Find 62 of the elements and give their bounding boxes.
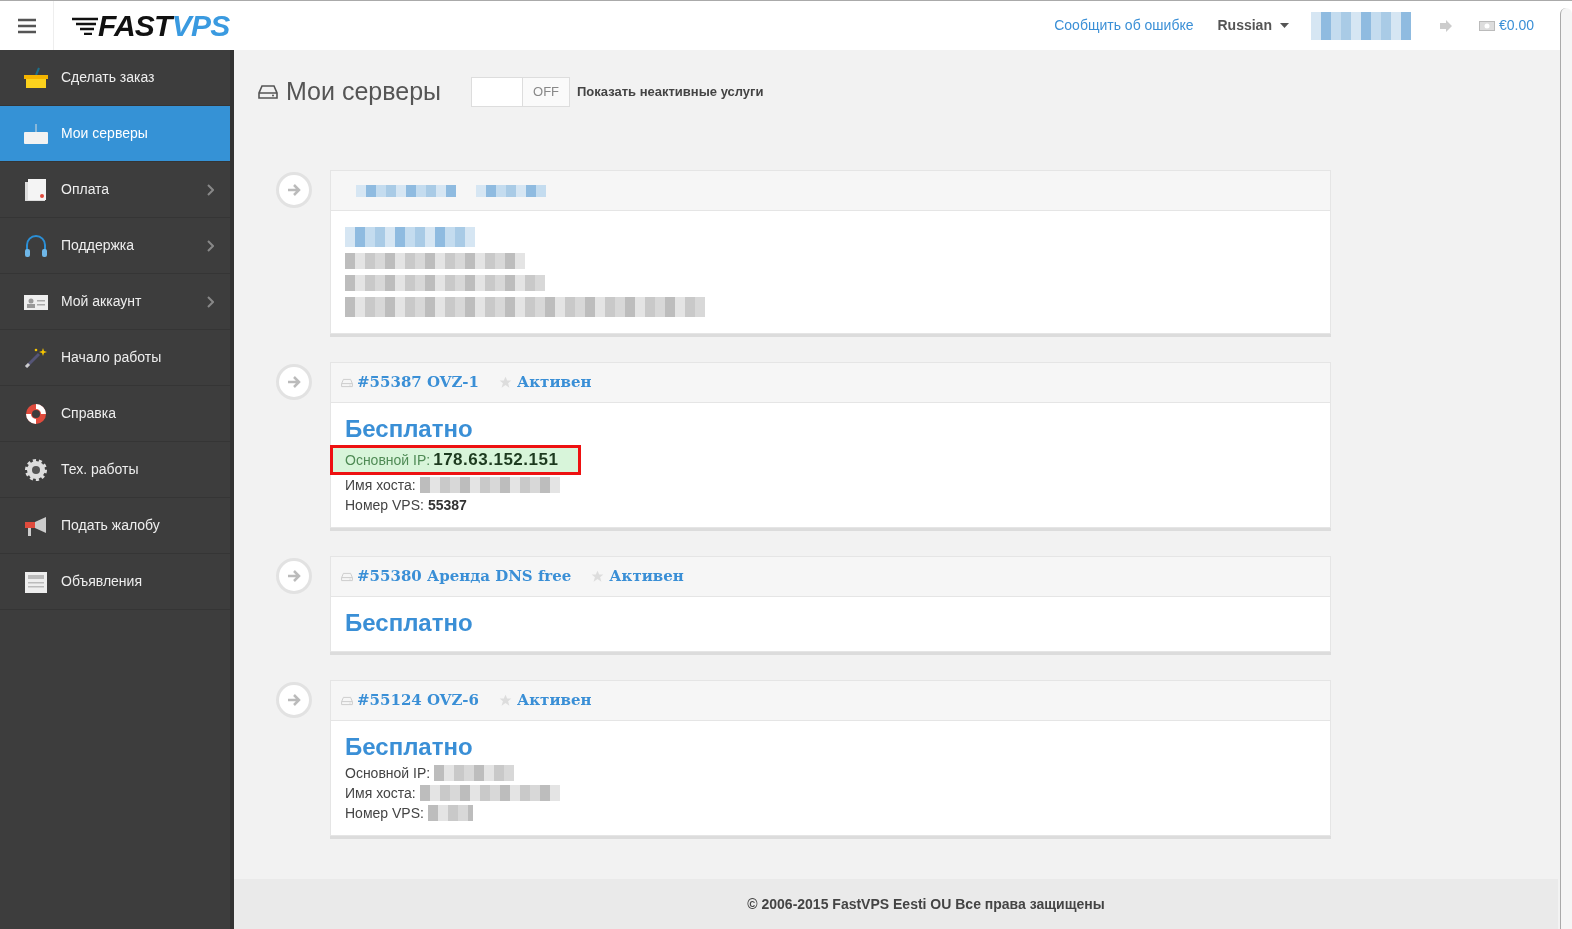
caret-icon [1279, 23, 1289, 28]
chevron-right-icon [207, 183, 214, 196]
drive-icon [258, 83, 278, 101]
balance-amount: €0.00 [1498, 16, 1534, 35]
arrow-right-icon [287, 694, 301, 706]
copyright-text: © 2006-2015 FastVPS Eesti OU Все права защищены [747, 894, 1105, 914]
lifebuoy-icon [23, 401, 49, 426]
expand-arrow-button[interactable] [276, 172, 312, 208]
field-value: 178.63.152.151 [433, 449, 559, 472]
star-icon [591, 570, 605, 583]
page-title: Мои серверы [286, 76, 441, 108]
sidebar-item[interactable]: Мой аккаунт [0, 274, 230, 330]
redacted-block [427, 805, 473, 821]
drive-icon [341, 377, 353, 388]
invoice-icon [23, 177, 49, 202]
sidebar-item[interactable]: Поддержка [0, 218, 230, 274]
expand-arrow-button[interactable] [276, 682, 312, 718]
sidebar-item[interactable]: Начало работы [0, 330, 230, 386]
sidebar-item[interactable]: Подать жалобу [0, 498, 230, 554]
field-label: Имя хоста: [345, 475, 416, 495]
drive-icon [341, 695, 353, 706]
price-label: Бесплатно [345, 608, 474, 638]
field-label: Номер VPS: [345, 495, 424, 515]
arrow-right-icon [287, 184, 301, 196]
logo[interactable]: FASTVPS [72, 10, 230, 41]
field-label: Основной IP: [345, 763, 431, 783]
sidebar-item[interactable]: Оплата [0, 162, 230, 218]
menu-icon [16, 17, 37, 34]
toggle-caption: Показать неактивные услуги [577, 83, 764, 102]
drive-icon [341, 571, 353, 582]
star-icon [499, 376, 513, 389]
settings-icon [23, 457, 49, 482]
arrow-right-icon [287, 376, 301, 388]
field-label: Номер VPS: [345, 803, 424, 823]
expand-arrow-button[interactable] [276, 364, 312, 400]
redacted-block [476, 184, 546, 197]
field-label: Основной IP: [345, 450, 431, 470]
star-icon [499, 694, 513, 707]
basket-icon [23, 65, 49, 90]
status-label: Активен [517, 690, 592, 712]
arrow-right-icon [287, 570, 301, 582]
speed-lines-icon [72, 16, 98, 35]
chevron-right-icon [207, 295, 214, 308]
language-dropdown[interactable]: Russian [1217, 15, 1289, 36]
sidebar-item[interactable]: Тех. работы [0, 442, 230, 498]
sidebar-item[interactable]: Справка [0, 386, 230, 442]
keyboard-icon [23, 121, 49, 146]
status-label: Активен [517, 372, 592, 394]
scrollbar[interactable] [1560, 8, 1572, 929]
sidebar-item[interactable]: Объявления [0, 554, 230, 610]
headphones-icon [23, 233, 49, 258]
banknote-icon [1478, 20, 1495, 31]
field-label: Имя хоста: [345, 783, 416, 803]
status-label: Активен [609, 566, 684, 588]
field-value: 55387 [427, 495, 467, 515]
price-label: Бесплатно [345, 732, 474, 762]
chevron-right-icon [207, 239, 214, 252]
logout-icon[interactable] [1438, 19, 1453, 32]
price-label: Бесплатно [345, 414, 474, 444]
report-error-link[interactable]: Сообщить об ошибке [1054, 15, 1194, 36]
newspaper-icon [23, 569, 49, 594]
expand-arrow-button[interactable] [276, 558, 312, 594]
